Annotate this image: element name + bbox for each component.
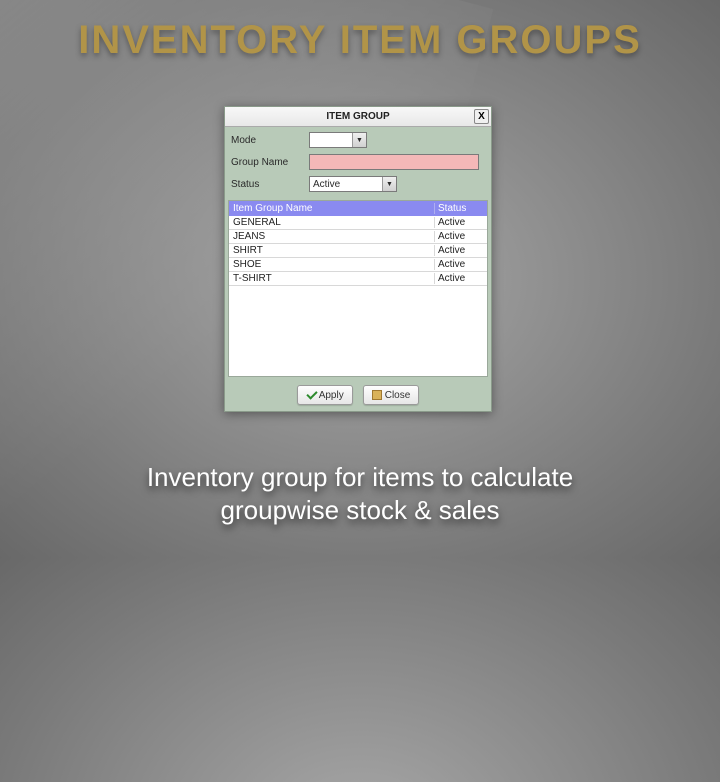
cell-status: Active: [435, 231, 487, 242]
cell-name: SHOE: [229, 259, 435, 270]
groupname-row: Group Name: [231, 151, 485, 173]
chevron-down-icon: ▼: [382, 177, 396, 191]
status-value: Active: [313, 179, 340, 190]
cell-name: JEANS: [229, 231, 435, 242]
chevron-down-icon: ▼: [352, 133, 366, 147]
window-close-button[interactable]: X: [474, 109, 489, 124]
cell-name: T-SHIRT: [229, 273, 435, 284]
table-row[interactable]: JEANS Active: [229, 230, 487, 244]
button-bar: Apply Close: [225, 381, 491, 411]
status-label: Status: [231, 179, 309, 190]
mode-label: Mode: [231, 135, 309, 146]
close-button[interactable]: Close: [363, 385, 420, 405]
cell-name: GENERAL: [229, 217, 435, 228]
table-row[interactable]: SHOE Active: [229, 258, 487, 272]
folder-icon: [372, 390, 382, 400]
table-row[interactable]: T-SHIRT Active: [229, 272, 487, 286]
cell-name: SHIRT: [229, 245, 435, 256]
mode-select[interactable]: ▼: [309, 132, 367, 148]
cell-status: Active: [435, 217, 487, 228]
status-select[interactable]: Active ▼: [309, 176, 397, 192]
item-group-window: ITEM GROUP X Mode ▼ Group Name Status Ac…: [224, 106, 492, 412]
cell-status: Active: [435, 259, 487, 270]
apply-button[interactable]: Apply: [297, 385, 353, 405]
mode-row: Mode ▼: [231, 129, 485, 151]
cell-status: Active: [435, 245, 487, 256]
form-area: Mode ▼ Group Name Status Active ▼: [225, 127, 491, 199]
window-titlebar: ITEM GROUP X: [225, 107, 491, 127]
grid-header-status[interactable]: Status: [435, 203, 487, 214]
table-row[interactable]: SHIRT Active: [229, 244, 487, 258]
cell-status: Active: [435, 273, 487, 284]
close-label: Close: [385, 390, 411, 401]
status-row: Status Active ▼: [231, 173, 485, 195]
item-group-grid: Item Group Name Status GENERAL Active JE…: [228, 200, 488, 377]
groupname-input[interactable]: [309, 154, 479, 170]
table-row[interactable]: GENERAL Active: [229, 216, 487, 230]
slide-title: INVENTORY ITEM GROUPS: [0, 18, 720, 63]
caption-line2: groupwise stock & sales: [221, 495, 500, 525]
grid-header: Item Group Name Status: [229, 201, 487, 216]
close-icon: X: [478, 111, 485, 122]
check-icon: [306, 390, 316, 400]
apply-label: Apply: [319, 390, 344, 401]
slide-caption: Inventory group for items to calculate g…: [0, 461, 720, 526]
groupname-label: Group Name: [231, 157, 309, 168]
grid-body: GENERAL Active JEANS Active SHIRT Active…: [229, 216, 487, 376]
window-title: ITEM GROUP: [326, 111, 389, 122]
grid-header-name[interactable]: Item Group Name: [229, 203, 435, 214]
caption-line1: Inventory group for items to calculate: [147, 462, 573, 492]
